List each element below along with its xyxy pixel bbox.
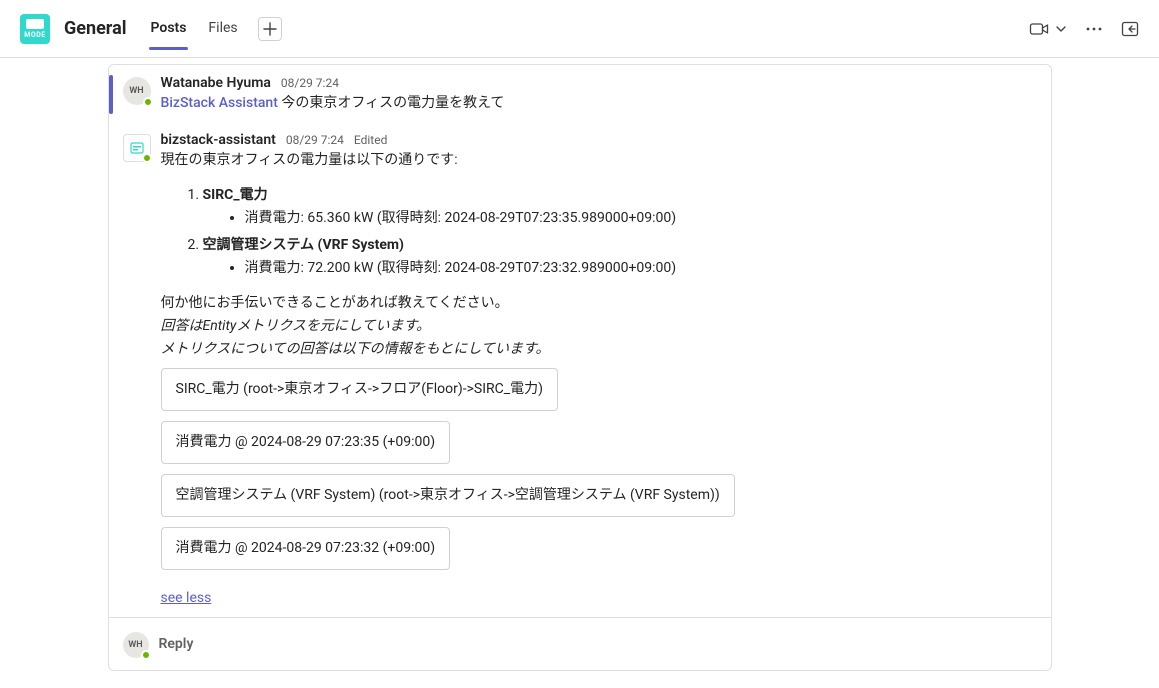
list-item: 空調管理システム (VRF System) 消費電力: 72.200 kW (取… [203,235,1037,279]
message-timestamp: 08/29 7:24 [281,76,339,90]
tab-list: Posts Files [149,8,282,49]
root-message: WH Watanabe Hyuma 08/29 7:24 BizStack As… [109,65,1051,122]
metric-chips: SIRC_電力 (root->東京オフィス->フロア(Floor)->SIRC_… [161,368,1037,580]
item-title: SIRC_電力 [203,187,268,203]
video-icon [1029,19,1049,39]
open-button[interactable] [1121,20,1139,38]
header-left: MODE General Posts Files [20,8,282,49]
mention-link[interactable]: BizStack Assistant [161,95,278,111]
avatar[interactable]: WH [123,77,151,105]
metric-chip[interactable]: 消費電力 @ 2024-08-29 07:23:32 (+09:00) [161,527,451,570]
author-name: Watanabe Hyuma [161,75,271,91]
message-body: 今の東京オフィスの電力量を教えて [281,95,504,111]
item-detail: 消費電力: 65.360 kW (取得時刻: 2024-08-29T07:23:… [245,208,1037,229]
item-title: 空調管理システム (VRF System) [203,237,404,253]
channel-icon: MODE [20,14,50,44]
panel-open-icon [1121,20,1139,38]
presence-indicator [141,650,151,660]
tab-files[interactable]: Files [206,8,239,49]
bot-avatar[interactable] [123,134,151,162]
reply-intro: 現在の東京オフィスの電力量は以下の通りです: [161,150,1037,171]
avatar-initials: WH [129,86,143,96]
bot-icon [129,140,145,156]
channel-header: MODE General Posts Files [0,0,1159,58]
author-name: bizstack-assistant [161,132,276,148]
more-icon [1085,20,1103,38]
content-area: WH Watanabe Hyuma 08/29 7:24 BizStack As… [100,58,1060,671]
item-detail: 消費電力: 72.200 kW (取得時刻: 2024-08-29T07:23:… [245,258,1037,279]
presence-indicator [143,97,153,107]
avatar-initials: WH [128,640,142,650]
more-options-button[interactable] [1085,20,1103,38]
reply-message: bizstack-assistant 08/29 7:24 Edited 現在の… [109,122,1051,617]
thread-card: WH Watanabe Hyuma 08/29 7:24 BizStack As… [108,64,1052,671]
avatar[interactable]: WH [123,632,149,658]
add-tab-button[interactable] [258,17,282,41]
reply-box[interactable]: WH Reply [109,617,1051,670]
reply-footer: メトリクスについての回答は以下の情報をもとにしています。 [161,339,1037,360]
reply-footer: 何か他にお手伝いできることがあれば教えてください。 [161,293,1037,314]
list-item: SIRC_電力 消費電力: 65.360 kW (取得時刻: 2024-08-2… [203,185,1037,229]
message-timestamp: 08/29 7:24 [286,133,344,147]
chevron-down-icon [1055,23,1067,35]
metric-chip[interactable]: 空調管理システム (VRF System) (root->東京オフィス->空調管… [161,474,735,517]
reply-body: 現在の東京オフィスの電力量は以下の通りです: SIRC_電力 消費電力: 65.… [161,150,1037,609]
channel-title: General [64,18,127,39]
edited-label: Edited [354,133,387,147]
presence-indicator [142,153,152,163]
plus-icon [263,22,277,36]
metric-chip[interactable]: 消費電力 @ 2024-08-29 07:23:35 (+09:00) [161,421,451,464]
see-less-link[interactable]: see less [161,588,212,609]
reply-footer: 回答はEntityメトリクスを元にしています。 [161,316,1037,337]
reply-placeholder: Reply [159,636,194,652]
header-right [1029,19,1139,39]
metric-chip[interactable]: SIRC_電力 (root->東京オフィス->フロア(Floor)->SIRC_… [161,368,558,411]
message-text: BizStack Assistant 今の東京オフィスの電力量を教えて [161,93,1037,114]
tab-posts[interactable]: Posts [149,8,189,49]
meet-button[interactable] [1029,19,1067,39]
